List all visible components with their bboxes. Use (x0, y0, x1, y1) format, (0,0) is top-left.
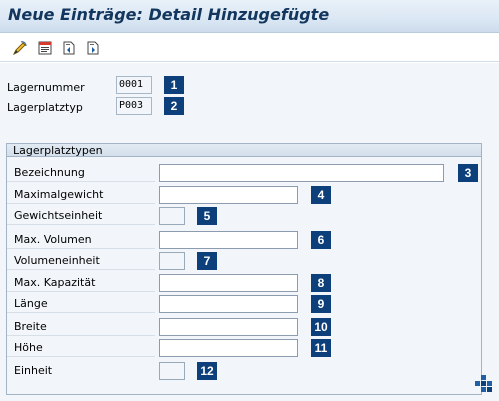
marker-badge-11: 11 (311, 339, 331, 357)
max-kapazitaet-label: Max. Kapazität (7, 274, 155, 292)
page-title: Neue Einträge: Detail Hinzugefügte (8, 5, 330, 24)
marker-badge-10: 10 (311, 318, 331, 336)
marker-badge-9: 9 (311, 295, 331, 313)
marker-badge-5: 5 (197, 207, 217, 225)
volumeneinheit-label: Volumeneinheit (7, 252, 155, 270)
maximalgewicht-label: Maximalgewicht (7, 186, 155, 204)
laenge-label: Länge (7, 295, 155, 313)
max-volumen-label: Max. Volumen (7, 231, 155, 249)
previous-entry-icon[interactable] (60, 39, 78, 57)
display-change-icon[interactable] (11, 39, 29, 57)
next-entry-icon[interactable] (84, 39, 102, 57)
save-local-icon[interactable] (36, 39, 54, 57)
lagernummer-label: Lagernummer (7, 81, 85, 94)
marker-badge-2: 2 (164, 97, 184, 115)
marker-badge-8: 8 (311, 274, 331, 292)
bezeichnung-label: Bezeichnung (7, 164, 155, 182)
hoehe-label: Höhe (7, 339, 155, 357)
breite-label: Breite (7, 318, 155, 336)
lagerplatztyp-label: Lagerplatztyp (7, 101, 83, 114)
gewichtseinheit-field[interactable] (159, 207, 185, 225)
bezeichnung-field[interactable] (159, 164, 444, 182)
gewichtseinheit-label: Gewichtseinheit (7, 207, 155, 225)
einheit-label: Einheit (14, 364, 53, 377)
max-volumen-field[interactable] (159, 231, 298, 249)
marker-badge-3: 3 (458, 164, 478, 182)
marker-badge-1: 1 (164, 76, 184, 94)
marker-badge-7: 7 (197, 252, 217, 270)
marker-badge-12: 12 (197, 362, 217, 380)
application-toolbar (0, 34, 499, 62)
hoehe-field[interactable] (159, 339, 298, 357)
breite-field[interactable] (159, 318, 298, 336)
lagernummer-field[interactable]: 0001 (116, 76, 152, 94)
einheit-field[interactable] (159, 362, 185, 380)
volumeneinheit-field[interactable] (159, 252, 185, 270)
sap-activity-icon (474, 374, 494, 394)
marker-badge-6: 6 (311, 231, 331, 249)
max-kapazitaet-field[interactable] (159, 274, 298, 292)
lagerplatztyp-field[interactable]: P003 (116, 97, 152, 115)
marker-badge-4: 4 (311, 186, 331, 204)
laenge-field[interactable] (159, 295, 298, 313)
maximalgewicht-field[interactable] (159, 186, 298, 204)
title-bar: Neue Einträge: Detail Hinzugefügte (0, 0, 499, 33)
group-title: Lagerplatztypen (13, 144, 103, 157)
